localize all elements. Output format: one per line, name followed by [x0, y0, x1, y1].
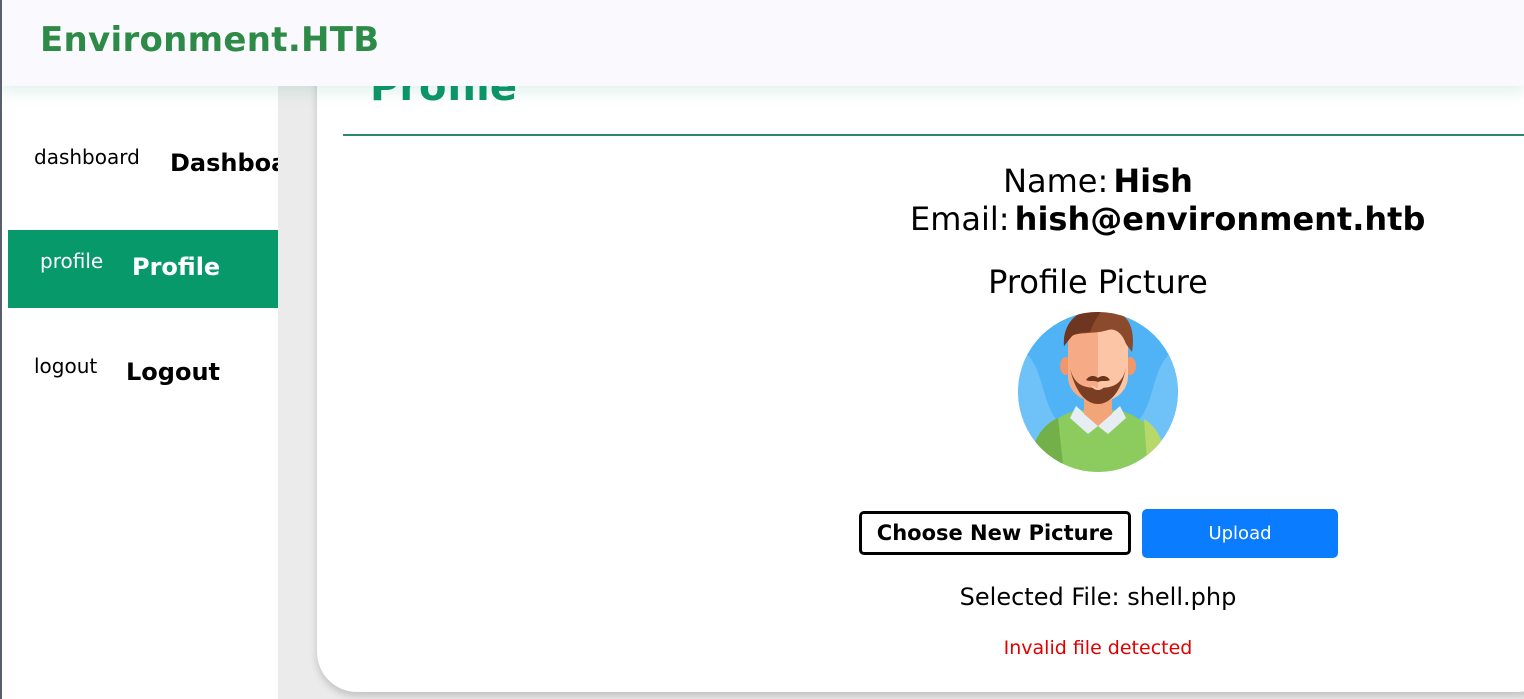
sidebar-item-label: Profile [132, 253, 221, 281]
email-value: hish@environment.htb [1014, 200, 1426, 238]
choose-new-picture-button[interactable]: Choose New Picture [859, 511, 1131, 555]
sidebar-item-label: Dashboard [170, 149, 278, 177]
sidebar-item-profile[interactable]: profile Profile [8, 230, 278, 308]
profile-icon: profile [40, 249, 104, 273]
upload-button[interactable]: Upload [1142, 509, 1338, 558]
error-message: Invalid file detected [1003, 637, 1193, 659]
email-line: Email: hish@environment.htb [910, 200, 1425, 238]
brand-logo-text[interactable]: Environment.HTB [40, 20, 380, 60]
window-left-border [0, 0, 2, 699]
logout-icon: logout [34, 354, 98, 378]
sidebar-item-dashboard[interactable]: dashboard Dashboard [8, 126, 278, 204]
top-header: Environment.HTB [0, 0, 1524, 86]
avatar [1018, 306, 1178, 474]
name-label: Name: [1003, 162, 1109, 200]
app-root: Profile Name: Hish Email: hish@environme… [0, 0, 1524, 699]
dashboard-icon: dashboard [34, 145, 140, 169]
name-value: Hish [1113, 162, 1193, 200]
selected-file-text: Selected File: shell.php [959, 583, 1237, 611]
name-line: Name: Hish [910, 162, 1286, 200]
sidebar-item-logout[interactable]: logout Logout [8, 335, 278, 413]
profile-picture-title: Profile Picture [988, 263, 1208, 301]
male-avatar-icon [1018, 312, 1178, 472]
title-divider [343, 134, 1524, 136]
email-label: Email: [910, 200, 1010, 238]
sidebar-item-label: Logout [126, 358, 221, 386]
sidebar: dashboard Dashboard profile Profile logo… [0, 86, 278, 699]
